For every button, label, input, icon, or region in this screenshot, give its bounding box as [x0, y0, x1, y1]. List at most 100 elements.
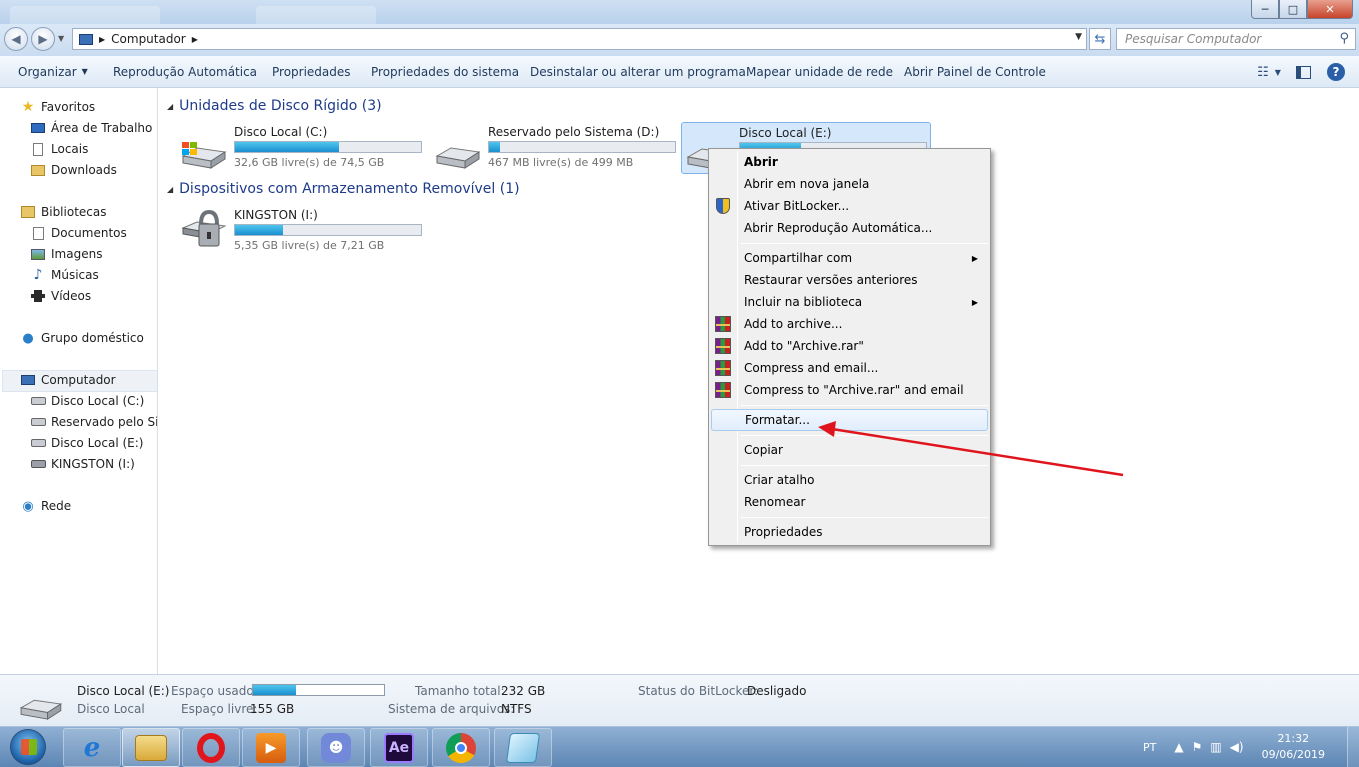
drive-free-space: 5,35 GB livre(s) de 7,21 GB: [234, 239, 385, 252]
nav-label: Bibliotecas: [41, 205, 107, 219]
action-center-flag-icon[interactable]: ⚑: [1192, 740, 1203, 754]
nav-favorites[interactable]: ★ Favoritos: [20, 97, 95, 117]
network-icon[interactable]: ▥: [1210, 740, 1221, 754]
breadcrumb-computer[interactable]: Computador: [111, 32, 186, 46]
close-button[interactable]: ✕: [1307, 0, 1353, 19]
menu-item-add-archive-rar[interactable]: Add to "Archive.rar": [711, 335, 988, 357]
start-button[interactable]: [4, 727, 52, 767]
star-icon: ★: [21, 99, 35, 115]
map-network-drive-button[interactable]: Mapear unidade de rede: [746, 56, 893, 87]
breadcrumb-separator-icon: ▶: [99, 34, 106, 44]
nav-music[interactable]: ♪ Músicas: [30, 265, 99, 285]
minimize-button[interactable]: ─: [1251, 0, 1279, 19]
address-dropdown-icon[interactable]: ▼: [1075, 32, 1082, 42]
menu-item-compress-email[interactable]: Compress and email...: [711, 357, 988, 379]
menu-item-rename[interactable]: Renomear: [711, 491, 988, 513]
recent-pages-dropdown[interactable]: ▼: [58, 34, 64, 43]
volume-icon[interactable]: ◀): [1230, 740, 1244, 754]
nav-label: Imagens: [51, 247, 103, 261]
hard-drive-icon: [30, 414, 46, 430]
show-desktop-button[interactable]: [1347, 727, 1359, 767]
documents-icon: [30, 225, 46, 241]
taskbar-opera[interactable]: [182, 728, 240, 767]
nav-places[interactable]: Locais: [30, 139, 88, 159]
nav-drive-c[interactable]: Disco Local (C:): [30, 391, 144, 411]
nav-downloads[interactable]: Downloads: [30, 160, 117, 180]
drive-tile-d[interactable]: Reservado pelo Sistema (D:) 467 MB livre…: [417, 122, 676, 174]
nav-label: Vídeos: [51, 289, 92, 303]
menu-separator: [741, 517, 988, 518]
breadcrumb-separator-icon[interactable]: ▶: [192, 35, 198, 44]
background-window-tab: [10, 6, 160, 24]
maximize-button[interactable]: □: [1279, 0, 1307, 19]
organize-button[interactable]: Organizar ▼: [18, 56, 88, 87]
address-bar[interactable]: ▶ Computador ▶ ▼: [72, 28, 1087, 50]
nav-label: Locais: [51, 142, 89, 156]
details-drive-type: Disco Local: [77, 702, 145, 716]
menu-label: Add to "Archive.rar": [744, 339, 864, 353]
details-usage-fill: [253, 685, 297, 695]
menu-item-properties[interactable]: Propriedades: [711, 521, 988, 543]
group-header-hard-drives[interactable]: ◢ Unidades de Disco Rígido (3): [167, 98, 392, 114]
refresh-button[interactable]: ⇆: [1089, 28, 1111, 50]
language-indicator[interactable]: PT: [1143, 741, 1156, 754]
images-icon: [30, 246, 46, 262]
nav-drive-e[interactable]: Disco Local (E:): [30, 433, 143, 453]
open-control-panel-button[interactable]: Abrir Painel de Controle: [904, 56, 1046, 87]
menu-item-create-shortcut[interactable]: Criar atalho: [711, 469, 988, 491]
taskbar-after-effects[interactable]: Ae: [370, 728, 428, 767]
nav-drive-d[interactable]: Reservado pelo Siste: [30, 412, 157, 432]
nav-libraries[interactable]: Bibliotecas: [20, 202, 106, 222]
taskbar-chrome[interactable]: [432, 728, 490, 767]
drive-name: KINGSTON (I:): [234, 208, 318, 222]
details-bitlocker-value: Desligado: [747, 684, 807, 698]
nav-drive-i[interactable]: KINGSTON (I:): [30, 454, 135, 474]
menu-item-compress-rar-email[interactable]: Compress to "Archive.rar" and email: [711, 379, 988, 401]
menu-item-include-library[interactable]: Incluir na biblioteca ▶: [711, 291, 988, 313]
winrar-icon: [714, 359, 732, 377]
autoplay-button[interactable]: Reprodução Automática: [113, 56, 257, 87]
menu-item-restore[interactable]: Restaurar versões anteriores: [711, 269, 988, 291]
taskbar-windows-explorer[interactable]: [122, 728, 180, 767]
drive-tile-c[interactable]: Disco Local (C:) 32,6 GB livre(s) de 74,…: [163, 122, 422, 174]
help-icon[interactable]: ?: [1327, 63, 1345, 81]
nav-computer[interactable]: Computador: [20, 370, 116, 390]
menu-item-copy[interactable]: Copiar: [711, 439, 988, 461]
nav-images[interactable]: Imagens: [30, 244, 102, 264]
nav-homegroup[interactable]: ● Grupo doméstico: [20, 328, 144, 348]
drive-free-space: 32,6 GB livre(s) de 74,5 GB: [234, 156, 385, 169]
forward-button[interactable]: ▶: [31, 27, 55, 51]
menu-item-open[interactable]: Abrir: [711, 151, 988, 173]
system-properties-button[interactable]: Propriedades do sistema: [371, 56, 519, 87]
nav-videos[interactable]: Vídeos: [30, 286, 91, 306]
command-bar: Organizar ▼ Reprodução Automática Propri…: [0, 56, 1359, 88]
menu-separator: [741, 243, 988, 244]
search-icon[interactable]: ⚲: [1339, 31, 1349, 46]
menu-item-bitlocker[interactable]: Ativar BitLocker...: [711, 195, 988, 217]
properties-button[interactable]: Propriedades: [272, 56, 351, 87]
taskbar-discord[interactable]: ☻: [307, 728, 365, 767]
show-hidden-icons-icon[interactable]: ▲: [1174, 740, 1183, 754]
nav-network[interactable]: ◉ Rede: [20, 496, 71, 516]
menu-item-open-new-window[interactable]: Abrir em nova janela: [711, 173, 988, 195]
nav-desktop[interactable]: Área de Trabalho: [30, 118, 152, 138]
group-header-removable[interactable]: ◢ Dispositivos com Armazenamento Removív…: [167, 181, 520, 197]
preview-pane-icon[interactable]: [1293, 62, 1313, 82]
view-options-icon[interactable]: ☷ ▼: [1257, 62, 1281, 82]
menu-item-format[interactable]: Formatar...: [711, 409, 988, 431]
taskbar-internet-explorer[interactable]: e: [63, 728, 121, 767]
menu-item-autoplay[interactable]: Abrir Reprodução Automática...: [711, 217, 988, 239]
menu-item-share[interactable]: Compartilhar com ▶: [711, 247, 988, 269]
back-button[interactable]: ◀: [4, 27, 28, 51]
taskbar-notepad[interactable]: [494, 728, 552, 767]
uninstall-program-button[interactable]: Desinstalar ou alterar um programa: [530, 56, 746, 87]
menu-item-add-archive[interactable]: Add to archive...: [711, 313, 988, 335]
clock[interactable]: 21:32 09/06/2019: [1262, 731, 1325, 763]
search-input[interactable]: Pesquisar Computador ⚲: [1116, 28, 1356, 50]
back-arrow-icon: ◀: [11, 32, 21, 46]
taskbar-media-player[interactable]: ▶: [242, 728, 300, 767]
drive-tile-kingston[interactable]: KINGSTON (I:) 5,35 GB livre(s) de 7,21 G…: [163, 205, 422, 257]
details-fs-label: Sistema de arquivos:: [388, 702, 515, 716]
window-controls: ─ □ ✕: [1251, 0, 1353, 19]
nav-documents[interactable]: Documentos: [30, 223, 127, 243]
